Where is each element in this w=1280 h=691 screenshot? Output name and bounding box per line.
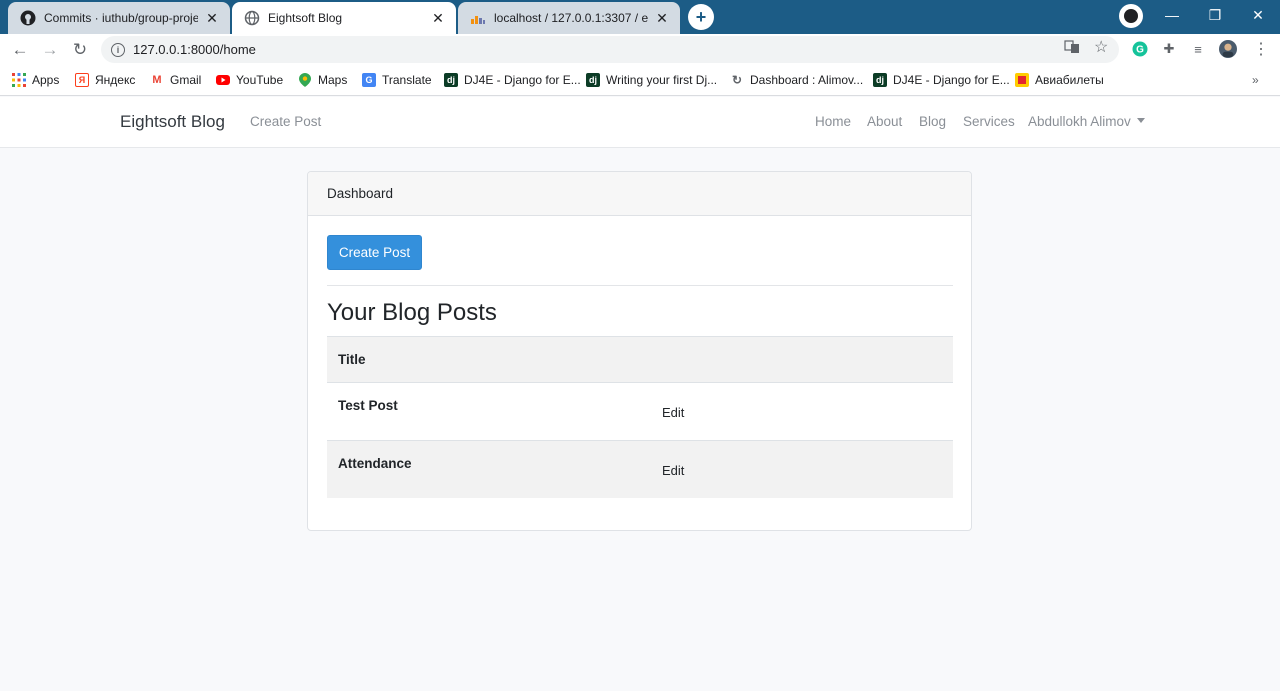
svg-text:G: G [1136,45,1144,56]
nav-home[interactable]: Home [815,114,851,129]
address-bar[interactable]: i 127.0.0.1:8000/home [101,36,1119,63]
bookmark-label: DJ4E - Django for E... [464,73,581,87]
nav-create-post[interactable]: Create Post [250,114,321,129]
table-row: Test Post Edit [327,382,953,440]
bookmarks-bar: Apps Я Яндекс M Gmail YouTube Maps G Tra… [0,65,1280,96]
maps-icon [298,73,312,87]
bookmark-writing-django[interactable]: dj Writing your first Dj... [586,72,717,88]
dashboard-card: Dashboard Create Post Your Blog Posts Ti… [307,171,972,531]
youtube-icon [216,73,230,87]
nav-blog[interactable]: Blog [919,114,946,129]
site-navbar: Eightsoft Blog Create Post Home About Bl… [0,97,1280,148]
browser-tab-strip: Commits · iuthub/group-project- ✕ Eights… [0,0,1280,34]
create-post-button[interactable]: Create Post [327,235,422,270]
tab-commits[interactable]: Commits · iuthub/group-project- ✕ [8,2,230,34]
translate-icon: G [362,73,376,87]
close-window-button[interactable]: ✕ [1238,0,1278,30]
column-header-title: Title [338,352,366,367]
bookmark-label: Dashboard : Alimov... [750,73,864,87]
close-icon[interactable]: ✕ [430,10,446,26]
close-icon[interactable]: ✕ [204,10,220,26]
back-arrow-icon[interactable]: ← [8,38,32,62]
tab-title: Commits · iuthub/group-project- [44,11,198,25]
bookmark-gmail[interactable]: M Gmail [150,72,201,88]
user-dropdown[interactable]: Abdullokh Alimov [1028,114,1145,129]
caret-down-icon [1136,117,1145,123]
card-header: Dashboard [308,172,971,216]
avatar[interactable] [1219,40,1237,58]
translate-page-icon[interactable] [1064,39,1080,58]
divider [327,285,953,286]
tab-phpmyadmin[interactable]: localhost / 127.0.0.1:3307 / eight ✕ [458,2,680,34]
bookmark-label: Translate [382,73,432,87]
globe-icon [244,10,260,26]
browser-toolbar: ← → ↻ i 127.0.0.1:8000/home ☆ G ✚ ≡ ⋮ [0,34,1280,65]
bookmark-dj4e-1[interactable]: dj DJ4E - Django for E... [444,72,581,88]
user-name: Abdullokh Alimov [1028,114,1131,129]
tab-eightsoft-blog[interactable]: Eightsoft Blog ✕ [232,2,456,34]
posts-table: Title Test Post Edit Attendance Edit [327,336,953,498]
django-icon: dj [444,73,458,87]
django-icon: dj [873,73,887,87]
nav-services[interactable]: Services [963,114,1015,129]
nav-about[interactable]: About [867,114,902,129]
reload-icon[interactable]: ↻ [68,38,92,62]
tab-title: localhost / 127.0.0.1:3307 / eight [494,11,648,25]
table-header-row: Title [327,336,953,382]
edit-post-link[interactable]: Edit [662,405,684,420]
new-tab-button[interactable]: + [688,4,714,30]
tab-title: Eightsoft Blog [268,11,343,25]
bookmark-label: Writing your first Dj... [606,73,718,87]
bookmark-label: Gmail [170,73,202,87]
bookmark-label: Яндекс [95,73,136,87]
site-brand[interactable]: Eightsoft Blog [120,112,225,132]
bookmark-label: Авиабилеты [1035,73,1104,87]
edit-post-link[interactable]: Edit [662,463,684,478]
bookmark-label: Maps [318,73,348,87]
page-title: Your Blog Posts [327,299,497,326]
post-title: Test Post [338,398,398,413]
bookmark-yandex[interactable]: Я Яндекс [75,72,135,88]
post-title: Attendance [338,456,412,471]
extensions-puzzle-icon[interactable]: ✚ [1160,40,1178,58]
bookmark-label: YouTube [236,73,284,87]
dashboard-icon: ↻ [731,73,743,87]
yandex-icon: Я [75,73,89,87]
bookmark-dj4e-2[interactable]: dj DJ4E - Django for E... [873,72,1010,88]
bookmark-youtube[interactable]: YouTube [216,72,283,88]
reading-list-icon[interactable]: ≡ [1189,40,1207,58]
django-icon: dj [586,73,600,87]
table-row: Attendance Edit [327,440,953,498]
forward-arrow-icon[interactable]: → [38,38,62,62]
close-icon[interactable]: ✕ [654,10,670,26]
bookmark-translate[interactable]: G Translate [362,72,432,88]
site-info-icon[interactable]: i [111,42,125,57]
flight-tickets-icon [1015,73,1029,87]
bookmark-aviabilety[interactable]: Авиабилеты [1015,72,1104,88]
bookmarks-overflow-button[interactable]: » [1252,73,1259,87]
gmail-icon: M [152,74,162,86]
github-icon [20,10,36,26]
bookmark-star-icon[interactable]: ☆ [1094,37,1108,57]
bookmark-maps[interactable]: Maps [298,72,347,88]
bookmark-label: Apps [32,73,60,87]
url-text: 127.0.0.1:8000/home [133,42,256,57]
minimize-button[interactable]: — [1152,0,1192,30]
grammarly-icon[interactable]: G [1131,40,1149,58]
bookmark-dashboard[interactable]: ↻ Dashboard : Alimov... [730,72,863,88]
restore-button[interactable]: ❐ [1195,0,1235,30]
phpmyadmin-icon [470,10,486,26]
profile-menu-icon[interactable] [1119,4,1143,28]
bookmark-label: DJ4E - Django for E... [893,73,1010,87]
more-menu-icon[interactable]: ⋮ [1252,40,1270,58]
bookmark-apps[interactable]: Apps [12,72,59,88]
apps-grid-icon [12,73,26,87]
